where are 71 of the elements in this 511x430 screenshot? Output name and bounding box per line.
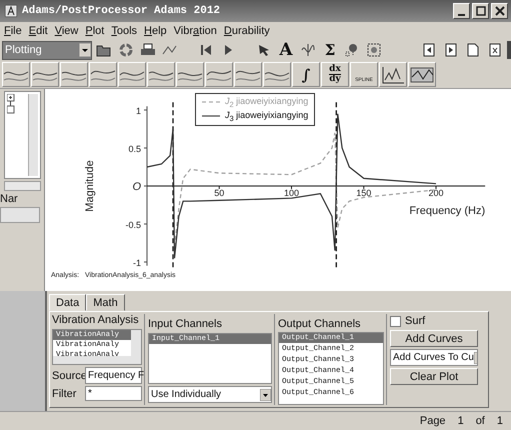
y-tick-label: -1 bbox=[132, 258, 141, 268]
page-of-label: of bbox=[476, 415, 485, 427]
minimize-button[interactable] bbox=[453, 3, 470, 19]
y-axis-label: Magnitude bbox=[84, 160, 96, 212]
scrollbar[interactable] bbox=[131, 330, 141, 364]
clear-plot-button[interactable]: Clear Plot bbox=[390, 368, 478, 385]
menu-item[interactable]: View bbox=[54, 24, 78, 36]
derivative-button[interactable]: dx dy bbox=[321, 62, 349, 87]
menu-item[interactable]: Tools bbox=[111, 24, 138, 36]
curve-tool-icon[interactable] bbox=[234, 62, 262, 87]
mode-dropdown[interactable]: Use Individually bbox=[148, 386, 272, 403]
legend-line-icon bbox=[202, 99, 220, 106]
section-heading: Vibration Analysis bbox=[52, 314, 140, 327]
scrollbar[interactable] bbox=[4, 181, 41, 191]
page-number: 1 bbox=[458, 415, 464, 427]
menu-item[interactable]: Edit bbox=[28, 24, 48, 36]
app-icon bbox=[5, 5, 17, 17]
tab[interactable]: Data bbox=[49, 294, 86, 311]
legend-label: J$_{2}$ jiaoweiyixiangying bbox=[225, 96, 308, 109]
integrate-button[interactable]: ∫ bbox=[292, 62, 320, 87]
maximize-icon bbox=[476, 6, 486, 16]
add-mode-dropdown[interactable]: Add Curves To Cu bbox=[390, 349, 478, 366]
page-label: Page bbox=[420, 415, 446, 427]
name-label: Nar bbox=[0, 193, 19, 205]
curve-tool-icon[interactable] bbox=[205, 62, 233, 87]
curve-tool-icon[interactable] bbox=[263, 62, 291, 87]
curve-tool-icon[interactable] bbox=[2, 62, 30, 87]
checkbox-label: Surf bbox=[405, 315, 426, 327]
curve-tool-icon[interactable] bbox=[176, 62, 204, 87]
spectrum-icon[interactable] bbox=[379, 62, 407, 87]
x-tick-label: 50 bbox=[214, 188, 224, 198]
window-title: Adams/PostProcessor Adams 2012 bbox=[22, 5, 220, 17]
minimize-icon bbox=[458, 14, 465, 16]
source-dropdown[interactable]: Frequency F bbox=[85, 367, 142, 384]
menu-item[interactable]: File bbox=[4, 24, 22, 36]
filter-label: Filter bbox=[52, 388, 78, 400]
close-button[interactable] bbox=[491, 3, 508, 19]
y-tick-label: 1 bbox=[136, 106, 141, 116]
maximize-button[interactable] bbox=[472, 3, 489, 19]
x-tick-label: 200 bbox=[428, 188, 444, 198]
menu-item[interactable]: Durability bbox=[224, 24, 270, 36]
graph-icon[interactable] bbox=[408, 62, 436, 87]
checkbox[interactable] bbox=[390, 316, 401, 326]
curve-tool-icon[interactable] bbox=[147, 62, 175, 87]
x-axis-label: Frequency (Hz) bbox=[409, 205, 486, 217]
scrollbar[interactable] bbox=[28, 94, 38, 176]
x-tick-label: 150 bbox=[356, 188, 372, 198]
scrollbar[interactable] bbox=[53, 356, 131, 364]
curve-tool-icon[interactable] bbox=[118, 62, 146, 87]
page-total: 1 bbox=[496, 415, 503, 427]
close-icon bbox=[494, 6, 504, 16]
menu-item[interactable]: Vibration bbox=[174, 24, 217, 36]
curve-tool-icon[interactable] bbox=[89, 62, 117, 87]
name-field[interactable] bbox=[0, 207, 40, 223]
y-tick-label: -0.5 bbox=[125, 220, 141, 230]
curve-tool-icon[interactable] bbox=[31, 62, 59, 87]
legend-line-icon bbox=[202, 113, 220, 120]
section-heading: Input Channels bbox=[148, 318, 223, 331]
tab[interactable]: Math bbox=[86, 294, 125, 311]
mode-dropdown[interactable]: Plotting bbox=[2, 40, 92, 60]
filter-field[interactable]: * bbox=[85, 386, 142, 401]
tree-node-icon[interactable] bbox=[7, 94, 15, 116]
menu-item[interactable]: Plot bbox=[85, 24, 104, 36]
menu-item[interactable]: Help bbox=[144, 24, 167, 36]
legend-label: J$_{3}$ jiaoweiyixiangying bbox=[225, 110, 308, 123]
curve-tool-icon[interactable] bbox=[60, 62, 88, 87]
y-tick-label: O bbox=[132, 181, 141, 193]
add-curves-button[interactable]: Add Curves bbox=[390, 330, 478, 347]
x-tick-label: 100 bbox=[284, 188, 300, 198]
section-heading: Output Channels bbox=[278, 318, 362, 330]
y-tick-label: 0.5 bbox=[128, 144, 141, 154]
